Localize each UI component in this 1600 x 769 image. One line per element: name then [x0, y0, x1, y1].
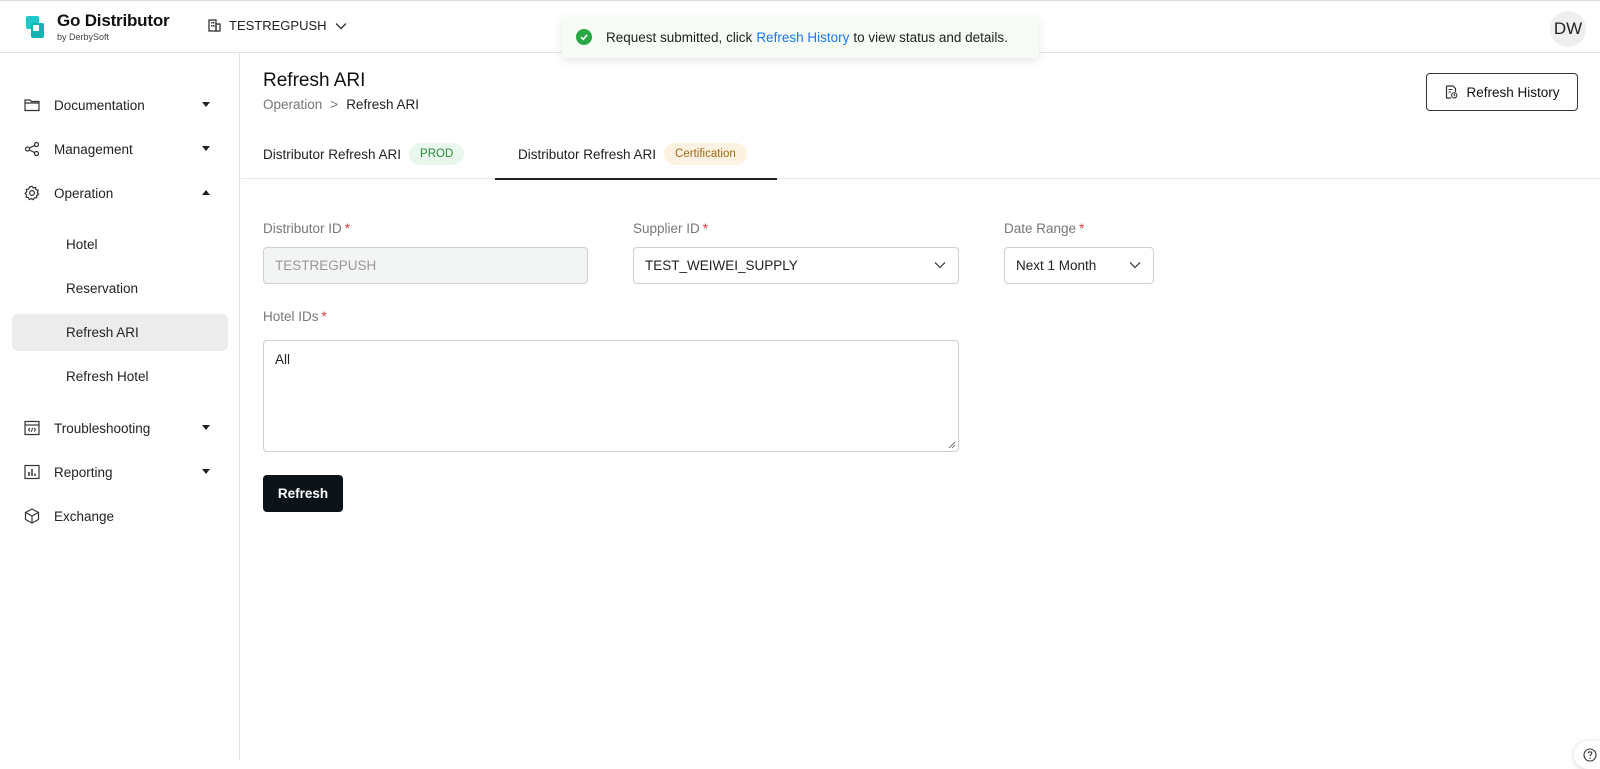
refresh-history-button[interactable]: Refresh History [1426, 73, 1578, 111]
main-content: Refresh ARI Operation > Refresh ARI Refr… [241, 53, 1600, 769]
avatar[interactable]: DW [1550, 11, 1586, 47]
environment-tabs: Distributor Refresh ARI PROD Distributor… [241, 129, 1600, 180]
sidebar-item-label: Operation [54, 185, 114, 201]
sidebar-item-exchange[interactable]: Exchange [12, 498, 228, 534]
chart-icon [24, 464, 40, 480]
tab-label: Distributor Refresh ARI [263, 146, 402, 162]
label-text: Supplier ID [633, 221, 700, 236]
supplier-id-label: Supplier ID * [633, 221, 708, 236]
breadcrumb-item-operation[interactable]: Operation [263, 97, 322, 112]
supplier-id-value: TEST_WEIWEI_SUPPLY [645, 258, 798, 273]
tab-certification[interactable]: Distributor Refresh ARI Certification [495, 129, 777, 180]
history-document-icon [1446, 85, 1458, 99]
required-mark: * [321, 309, 327, 324]
hotel-ids-textarea[interactable]: All [263, 340, 959, 452]
chevron-down-icon [934, 262, 946, 269]
tenant-name: TESTREGPUSH [229, 18, 327, 33]
share-icon [24, 141, 40, 157]
sidebar-item-label: Documentation [54, 97, 145, 113]
sidebar-subitem-refresh-ari[interactable]: Refresh ARI [12, 314, 228, 351]
go-distributor-logo-icon [26, 16, 44, 38]
chevron-down-icon [335, 22, 347, 29]
breadcrumb-separator: > [330, 97, 339, 112]
sidebar-item-operation[interactable]: Operation [12, 175, 228, 211]
sidebar-item-label: Reporting [54, 464, 113, 480]
tenant-switcher[interactable]: TESTREGPUSH [208, 18, 347, 33]
refresh-history-label: Refresh History [1466, 84, 1560, 100]
sidebar-item-reporting[interactable]: Reporting [12, 454, 228, 490]
caret-down-icon [202, 469, 210, 474]
required-mark: * [702, 221, 709, 236]
sidebar: Documentation Management Operation Hotel… [0, 53, 240, 760]
brand-name: Go Distributor [57, 11, 170, 30]
caret-down-icon [202, 102, 210, 107]
certification-badge: Certification [664, 143, 747, 165]
caret-down-icon [202, 425, 210, 430]
distributor-id-value: TESTREGPUSH [275, 258, 377, 273]
date-range-value: Next 1 Month [1016, 258, 1097, 273]
folder-icon [24, 99, 40, 112]
help-button[interactable] [1574, 741, 1600, 769]
label-text: Hotel IDs [263, 309, 319, 324]
toast-text-suffix: to view status and details. [853, 29, 1008, 45]
resize-handle-icon[interactable] [948, 441, 956, 449]
sidebar-item-label: Management [54, 141, 133, 157]
toast-text-prefix: Request submitted, click [606, 29, 753, 45]
success-toast: Request submitted, click Refresh History… [562, 16, 1039, 58]
prod-badge: PROD [409, 143, 465, 165]
tab-prod[interactable]: Distributor Refresh ARI PROD [263, 129, 465, 179]
page-title: Refresh ARI [263, 70, 366, 91]
date-range-select[interactable]: Next 1 Month [1004, 247, 1154, 284]
refresh-button[interactable]: Refresh [263, 475, 343, 512]
brand-subtitle: by DerbySoft [57, 32, 110, 42]
distributor-id-field: TESTREGPUSH [263, 247, 588, 284]
code-window-icon [24, 420, 40, 436]
sidebar-item-documentation[interactable]: Documentation [12, 87, 228, 123]
sidebar-item-management[interactable]: Management [12, 131, 228, 167]
sidebar-subitem-reservation[interactable]: Reservation [12, 270, 228, 307]
check-circle-icon [576, 29, 592, 45]
chevron-down-icon [1129, 262, 1141, 269]
breadcrumb: Operation > Refresh ARI [263, 97, 419, 112]
supplier-id-select[interactable]: TEST_WEIWEI_SUPPLY [633, 247, 959, 284]
sidebar-subitem-hotel[interactable]: Hotel [12, 226, 228, 263]
building-icon [208, 19, 221, 32]
hotel-ids-label: Hotel IDs * [263, 309, 327, 324]
date-range-label: Date Range * [1004, 221, 1084, 236]
hotel-ids-value: All [275, 352, 291, 367]
sidebar-subitem-refresh-hotel[interactable]: Refresh Hotel [12, 358, 228, 395]
caret-up-icon [202, 190, 210, 195]
sidebar-item-label: Exchange [54, 508, 115, 524]
gear-icon [24, 185, 40, 201]
label-text: Date Range [1004, 221, 1077, 236]
caret-down-icon [202, 146, 210, 151]
sidebar-item-troubleshooting[interactable]: Troubleshooting [12, 410, 228, 446]
required-mark: * [344, 221, 351, 236]
sidebar-item-label: Troubleshooting [54, 420, 151, 436]
label-text: Distributor ID [263, 221, 342, 236]
distributor-id-label: Distributor ID * [263, 221, 350, 236]
required-mark: * [1079, 221, 1085, 236]
toast-refresh-history-link[interactable]: Refresh History [756, 30, 849, 45]
breadcrumb-item-current: Refresh ARI [346, 97, 419, 112]
cube-icon [24, 508, 40, 524]
tab-label: Distributor Refresh ARI [518, 146, 657, 162]
